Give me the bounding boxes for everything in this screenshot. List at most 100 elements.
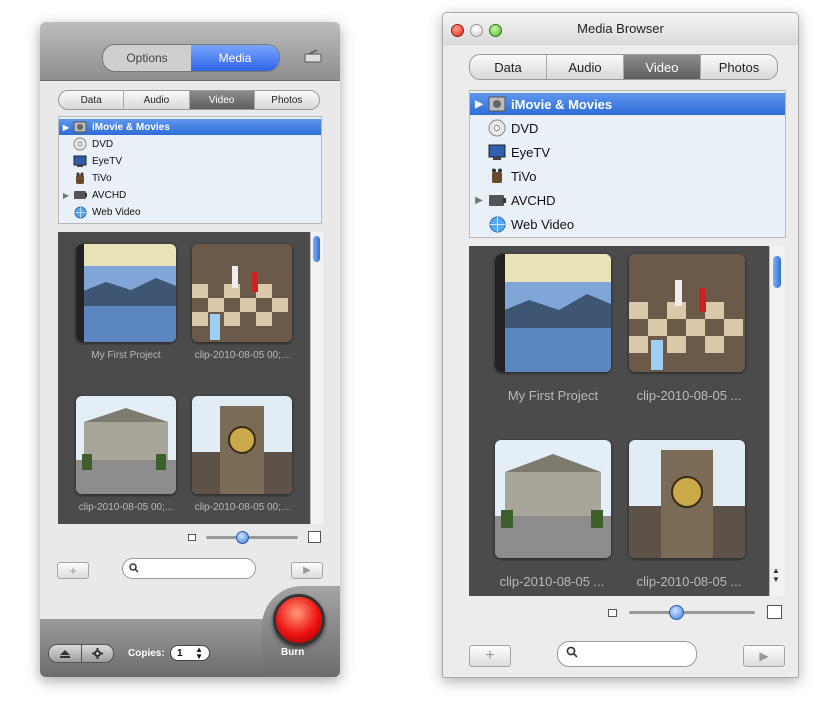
media-type-tabs: Data Audio Video Photos	[58, 90, 320, 110]
scroll-arrows-icon[interactable]: ▲ ▼	[772, 566, 780, 584]
window-title: Media Browser	[577, 21, 664, 36]
disclosure-triangle-icon[interactable]: ▶	[59, 191, 73, 200]
media-thumbnail[interactable]	[76, 244, 176, 342]
source-label: iMovie & Movies	[92, 121, 170, 133]
lake-thumbnail-image	[495, 254, 611, 372]
large-thumbnail-size-icon	[308, 531, 321, 543]
burn-label: Burn	[281, 647, 305, 658]
disc-tray-icon[interactable]	[304, 49, 322, 63]
source-label: iMovie & Movies	[511, 96, 613, 112]
media-type-tabs: Data Audio Video Photos	[469, 54, 778, 80]
eject-settings-control	[48, 644, 114, 663]
copies-value[interactable]: 1	[177, 648, 183, 659]
media-thumbnail[interactable]	[192, 396, 292, 494]
burn-window: Options Media Data Audio Video Photos ▶ …	[40, 22, 340, 677]
disclosure-triangle-icon[interactable]: ▶	[470, 195, 488, 206]
tab-media[interactable]: Media	[191, 45, 279, 71]
tivo-icon	[488, 168, 506, 184]
camcorder-icon	[488, 192, 506, 208]
tab-photos[interactable]: Photos	[253, 91, 319, 109]
media-browser-window: Media Browser Data Audio Video Photos ▶ …	[442, 12, 799, 678]
add-icon: +	[485, 647, 495, 664]
thumbnail-size-slider[interactable]	[629, 611, 755, 614]
source-item-eyetv[interactable]: EyeTV	[470, 141, 785, 163]
play-button[interactable]: ▶	[291, 562, 323, 579]
thumbnail-size-slider[interactable]	[206, 536, 298, 539]
scrollbar-thumb[interactable]	[773, 256, 781, 288]
tab-options[interactable]: Options	[103, 45, 191, 71]
add-icon: +	[69, 563, 77, 578]
globe-icon	[488, 216, 506, 232]
scrollbar-thumb[interactable]	[313, 236, 320, 262]
play-icon: ▶	[759, 649, 769, 663]
stepper-arrows-icon[interactable]: ▲ ▼	[195, 646, 203, 661]
source-item-tivo[interactable]: TiVo	[59, 170, 321, 186]
slider-knob[interactable]	[669, 605, 684, 620]
tab-data[interactable]: Data	[470, 55, 546, 79]
media-grid-scrollbar[interactable]: ▲ ▼	[769, 246, 785, 596]
search-field[interactable]	[557, 641, 697, 667]
add-button[interactable]: +	[57, 562, 89, 579]
film-icon	[488, 96, 506, 112]
chess-thumbnail-image	[192, 244, 292, 342]
source-item-dvd[interactable]: DVD	[470, 117, 785, 139]
add-button[interactable]: +	[469, 645, 511, 667]
clock-tower-thumbnail-image	[192, 396, 292, 494]
thumbnail-caption: My First Project	[507, 388, 599, 403]
source-item-tivo[interactable]: TiVo	[470, 165, 785, 187]
media-thumbnail[interactable]	[495, 440, 611, 558]
play-icon: ▶	[303, 565, 311, 576]
media-thumbnail[interactable]	[629, 254, 745, 372]
chess-thumbnail-image	[629, 254, 745, 372]
media-thumbnail[interactable]	[629, 440, 745, 558]
source-label: AVCHD	[511, 192, 556, 208]
thumbnail-caption: clip-2010-08-05 ...	[499, 574, 605, 589]
tab-data[interactable]: Data	[59, 91, 123, 109]
tab-video[interactable]: Video	[188, 91, 254, 109]
source-list: ▶ iMovie & Movies DVD EyeTV TiVo ▶ AVCHD	[58, 116, 322, 224]
film-icon	[73, 121, 87, 133]
source-item-web-video[interactable]: Web Video	[59, 204, 321, 220]
tab-photos[interactable]: Photos	[700, 55, 777, 79]
burn-button[interactable]	[273, 594, 325, 646]
media-grid-scrollbar[interactable]	[310, 232, 323, 524]
source-label: TiVo	[92, 172, 112, 184]
tivo-icon	[73, 172, 87, 184]
mode-segmented-control: Options Media	[102, 44, 280, 72]
globe-icon	[73, 206, 87, 218]
tv-icon	[73, 155, 87, 167]
building-thumbnail-image	[495, 440, 611, 558]
source-item-web-video[interactable]: Web Video	[470, 213, 785, 235]
source-item-eyetv[interactable]: EyeTV	[59, 153, 321, 169]
disclosure-triangle-icon[interactable]: ▶	[470, 99, 488, 110]
source-list: ▶ iMovie & Movies DVD EyeTV TiVo ▶ AVCHD	[469, 90, 786, 238]
building-thumbnail-image	[76, 396, 176, 494]
thumbnail-caption: clip-2010-08-05 ...	[636, 388, 742, 403]
tv-icon	[488, 144, 506, 160]
source-label: DVD	[511, 120, 539, 136]
camcorder-icon	[73, 189, 87, 201]
media-thumbnail[interactable]	[495, 254, 611, 372]
tab-audio[interactable]: Audio	[123, 91, 188, 109]
source-item-avchd[interactable]: ▶ AVCHD	[470, 189, 785, 211]
slider-knob[interactable]	[236, 531, 249, 544]
copies-stepper[interactable]: 1 ▲ ▼	[170, 645, 210, 661]
thumbnail-caption: clip-2010-08-05 ...	[636, 574, 742, 589]
clock-tower-thumbnail-image	[629, 440, 745, 558]
gear-icon[interactable]	[82, 645, 114, 662]
source-item-imovie[interactable]: ▶ iMovie & Movies	[470, 93, 785, 115]
tab-video[interactable]: Video	[623, 55, 700, 79]
source-label: Web Video	[92, 206, 141, 218]
media-thumbnail[interactable]	[192, 244, 292, 342]
lake-thumbnail-image	[76, 244, 176, 342]
tab-audio[interactable]: Audio	[546, 55, 623, 79]
disclosure-triangle-icon[interactable]: ▶	[59, 123, 73, 132]
play-button[interactable]: ▶	[743, 645, 785, 667]
media-thumbnail[interactable]	[76, 396, 176, 494]
large-thumbnail-size-icon	[767, 605, 782, 619]
eject-icon[interactable]	[49, 645, 82, 662]
source-item-avchd[interactable]: ▶ AVCHD	[59, 187, 321, 203]
source-item-imovie[interactable]: ▶ iMovie & Movies	[59, 119, 321, 135]
search-field[interactable]	[122, 558, 256, 579]
source-item-dvd[interactable]: DVD	[59, 136, 321, 152]
